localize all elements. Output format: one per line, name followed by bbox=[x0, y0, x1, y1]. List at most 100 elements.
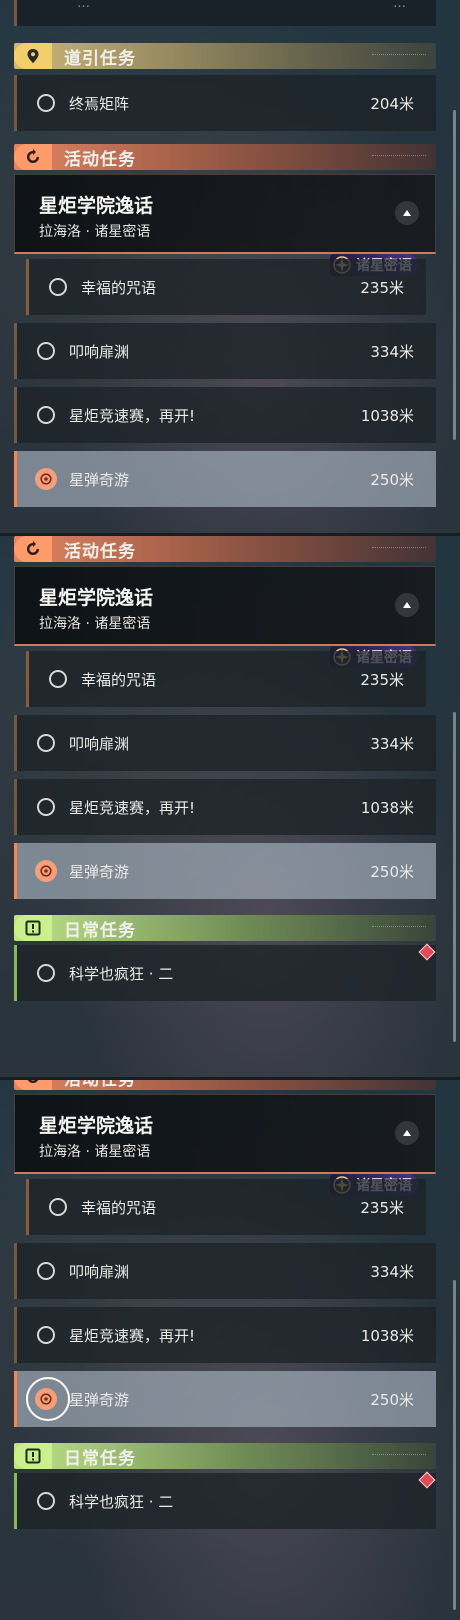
quest-row[interactable]: 幸福的咒语 235米 bbox=[26, 259, 426, 315]
quest-distance: 250米 bbox=[370, 1390, 414, 1409]
quest-card[interactable]: 星炬学院逸话 拉海洛 · 诸星密语 bbox=[14, 566, 436, 646]
quest-row-active[interactable]: 星弹奇游 250米 bbox=[14, 451, 436, 507]
quest-row[interactable]: 叩响扉渊 334米 bbox=[14, 715, 436, 771]
quest-card-title: 星炬学院逸话 bbox=[39, 1115, 154, 1137]
quest-distance: 1038米 bbox=[360, 1326, 414, 1345]
quest-title: 幸福的咒语 bbox=[81, 278, 157, 297]
quest-status-circle-icon bbox=[37, 406, 55, 424]
quest-card[interactable]: 星炬学院逸话 拉海洛 · 诸星密语 bbox=[14, 174, 436, 254]
quest-title: 星弹奇游 bbox=[69, 862, 130, 881]
quest-title: 星弹奇游 bbox=[69, 470, 130, 489]
quest-panel-1: … … 道引任务 终焉矩阵 204米 活动任务 星炬学院逸话 拉海洛 · 诸星密… bbox=[0, 0, 460, 536]
section-title: 道引任务 bbox=[64, 48, 136, 69]
quest-card[interactable]: 星炬学院逸话 拉海洛 · 诸星密语 bbox=[14, 1094, 436, 1174]
quest-status-circle-icon bbox=[37, 1262, 55, 1280]
quest-card-title: 星炬学院逸话 bbox=[39, 195, 154, 217]
quest-card-subtitle: 拉海洛 · 诸星密语 bbox=[39, 1144, 151, 1160]
section-title: 日常任务 bbox=[64, 920, 136, 941]
scrollbar[interactable] bbox=[453, 712, 456, 1042]
quest-distance: 235米 bbox=[360, 278, 404, 297]
swirl-icon bbox=[14, 536, 52, 562]
quest-panel-2: 活动任务 星炬学院逸话 拉海洛 · 诸星密语 诸星密语 幸福的咒语 235米 叩… bbox=[0, 536, 460, 1080]
quest-row-partial-distance: … bbox=[393, 0, 406, 11]
quest-row[interactable]: 星炬竞速赛，再开! 1038米 bbox=[14, 387, 436, 443]
quest-title: 科学也疯狂 · 二 bbox=[69, 1492, 174, 1511]
quest-distance: 1038米 bbox=[360, 406, 414, 425]
quest-title: 叩响扉渊 bbox=[69, 734, 130, 753]
collapse-button[interactable] bbox=[395, 593, 419, 617]
quest-distance: 204米 bbox=[370, 94, 414, 113]
quest-row[interactable]: 叩响扉渊 334米 bbox=[14, 323, 436, 379]
tap-highlight-ring bbox=[26, 1377, 70, 1421]
quest-row[interactable]: 星炬竞速赛，再开! 1038米 bbox=[14, 1307, 436, 1363]
swirl-icon bbox=[14, 144, 52, 170]
collapse-button[interactable] bbox=[395, 201, 419, 225]
quest-row[interactable]: 叩响扉渊 334米 bbox=[14, 1243, 436, 1299]
header-decoration bbox=[372, 926, 426, 930]
tracking-swirl-icon bbox=[35, 860, 57, 882]
header-decoration bbox=[372, 1454, 426, 1458]
daily-quest-header: 日常任务 bbox=[14, 915, 436, 941]
quest-distance: 1038米 bbox=[360, 798, 414, 817]
header-decoration bbox=[372, 547, 426, 551]
chevron-up-icon bbox=[403, 210, 411, 216]
scrollbar[interactable] bbox=[453, 110, 456, 440]
quest-title: 星炬竞速赛，再开! bbox=[69, 798, 196, 817]
quest-distance: 250米 bbox=[370, 470, 414, 489]
quest-status-circle-icon bbox=[37, 964, 55, 982]
quest-title: 星炬竞速赛，再开! bbox=[69, 1326, 196, 1345]
quest-distance: 250米 bbox=[370, 862, 414, 881]
quest-title: 科学也疯狂 · 二 bbox=[69, 964, 174, 983]
quest-panel-3: 活动任务 星炬学院逸话 拉海洛 · 诸星密语 诸星密语 幸福的咒语 235米 叩… bbox=[0, 1080, 460, 1620]
guide-quest-header: 道引任务 bbox=[14, 43, 436, 69]
quest-status-circle-icon bbox=[37, 342, 55, 360]
location-pin-icon bbox=[14, 43, 52, 69]
quest-status-circle-icon bbox=[37, 798, 55, 816]
quest-row-partial-title: … bbox=[77, 0, 90, 11]
quest-distance: 334米 bbox=[370, 734, 414, 753]
quest-status-circle-icon bbox=[49, 278, 67, 296]
quest-status-circle-icon bbox=[49, 1198, 67, 1216]
tracking-swirl-icon bbox=[35, 468, 57, 490]
quest-distance: 334米 bbox=[370, 342, 414, 361]
event-quest-header: 活动任务 bbox=[14, 1080, 436, 1090]
header-decoration bbox=[372, 155, 426, 159]
quest-row[interactable]: 科学也疯狂 · 二 bbox=[14, 945, 436, 1001]
quest-title: 星炬竞速赛，再开! bbox=[69, 406, 196, 425]
chevron-up-icon bbox=[403, 1130, 411, 1136]
quest-row[interactable]: 星炬竞速赛，再开! 1038米 bbox=[14, 779, 436, 835]
quest-status-circle-icon bbox=[37, 734, 55, 752]
collapse-button[interactable] bbox=[395, 1121, 419, 1145]
quest-title: 叩响扉渊 bbox=[69, 1262, 130, 1281]
quest-row[interactable]: 幸福的咒语 235米 bbox=[26, 1179, 426, 1235]
quest-title: 幸福的咒语 bbox=[81, 670, 157, 689]
event-quest-header: 活动任务 bbox=[14, 536, 436, 562]
quest-row[interactable]: 科学也疯狂 · 二 bbox=[14, 1473, 436, 1529]
quest-status-circle-icon bbox=[37, 1326, 55, 1344]
quest-title: 叩响扉渊 bbox=[69, 342, 130, 361]
header-decoration bbox=[372, 54, 426, 58]
section-title: 日常任务 bbox=[64, 1448, 136, 1469]
quest-distance: 235米 bbox=[360, 1198, 404, 1217]
quest-status-circle-icon bbox=[49, 670, 67, 688]
scrollbar[interactable] bbox=[453, 1280, 456, 1610]
quest-row[interactable]: 幸福的咒语 235米 bbox=[26, 651, 426, 707]
quest-row[interactable]: 终焉矩阵 204米 bbox=[14, 75, 436, 131]
swirl-icon bbox=[14, 1080, 52, 1090]
exclamation-icon bbox=[14, 1443, 52, 1469]
section-title: 活动任务 bbox=[64, 541, 136, 562]
quest-title: 星弹奇游 bbox=[69, 1390, 130, 1409]
quest-distance: 334米 bbox=[370, 1262, 414, 1281]
quest-card-subtitle: 拉海洛 · 诸星密语 bbox=[39, 616, 151, 632]
event-quest-header: 活动任务 bbox=[14, 144, 436, 170]
quest-title: 幸福的咒语 bbox=[81, 1198, 157, 1217]
quest-row-active[interactable]: 星弹奇游 250米 bbox=[14, 843, 436, 899]
daily-quest-header: 日常任务 bbox=[14, 1443, 436, 1469]
quest-row-partial[interactable]: … … bbox=[14, 0, 436, 26]
exclamation-icon bbox=[14, 915, 52, 941]
section-title: 活动任务 bbox=[64, 149, 136, 170]
quest-row-active[interactable]: 星弹奇游 250米 bbox=[14, 1371, 436, 1427]
quest-status-circle-icon bbox=[37, 1492, 55, 1510]
section-title: 活动任务 bbox=[64, 1080, 136, 1090]
quest-card-title: 星炬学院逸话 bbox=[39, 587, 154, 609]
